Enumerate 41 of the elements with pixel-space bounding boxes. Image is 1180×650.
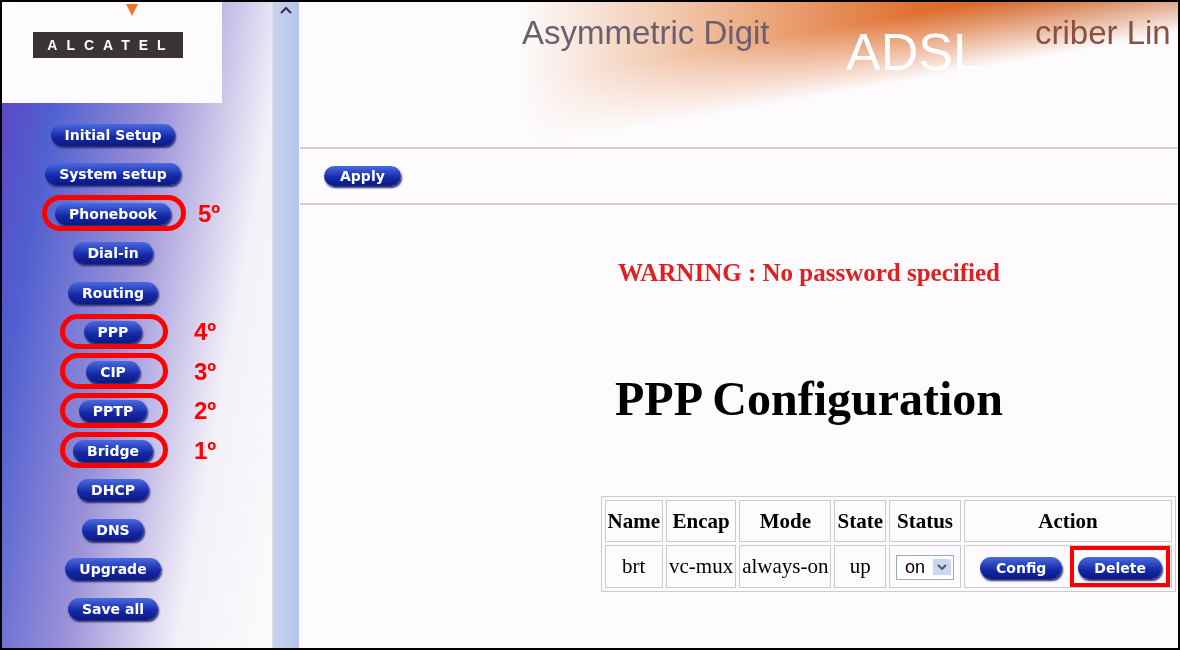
scrollbar[interactable]: [272, 2, 299, 648]
table-cell: brt: [604, 545, 663, 588]
column-header: Mode: [739, 500, 832, 542]
menu-button[interactable]: DHCP: [77, 479, 149, 502]
step-number: 3º: [194, 357, 217, 386]
menu-button[interactable]: System setup: [45, 163, 181, 186]
step-number: 1º: [194, 436, 217, 465]
table-cell: up: [834, 545, 886, 588]
step-number: 2º: [194, 397, 217, 426]
menu-button[interactable]: Initial Setup: [50, 123, 176, 146]
page-title: PPP Configuration: [614, 371, 1004, 426]
menu-button[interactable]: PPP: [83, 321, 143, 344]
column-header: State: [834, 500, 886, 542]
action-button[interactable]: Config: [980, 557, 1063, 579]
menu-button[interactable]: CIP: [86, 360, 140, 383]
column-header: Action: [964, 500, 1172, 542]
banner-tagline: Asymmetric Digit: [522, 14, 770, 52]
menu-button[interactable]: Routing: [68, 281, 158, 304]
column-header: Encap: [666, 500, 737, 542]
apply-button[interactable]: Apply: [324, 166, 401, 186]
menu-button[interactable]: DNS: [82, 518, 144, 541]
alcatel-logo: ALCATEL: [33, 32, 183, 58]
column-header: Status: [888, 500, 961, 542]
menu-button[interactable]: Dial-in: [73, 242, 153, 265]
table-cell: always-on: [739, 545, 832, 588]
banner-tagline: criber Lin: [1035, 14, 1171, 52]
status-dropdown[interactable]: on: [895, 554, 954, 580]
column-header: Name: [604, 500, 663, 542]
step-number: 5º: [198, 199, 221, 228]
scroll-up-icon[interactable]: [280, 6, 292, 14]
menu-button[interactable]: Bridge: [73, 439, 153, 462]
menu-button[interactable]: Upgrade: [65, 558, 161, 581]
action-button[interactable]: Delete: [1078, 557, 1162, 579]
warning-message: WARNING : No password specified: [617, 259, 1001, 287]
triangle-icon: [126, 4, 138, 16]
menu-button[interactable]: Phonebook: [55, 202, 171, 225]
menu-button[interactable]: PPTP: [78, 400, 148, 423]
chevron-down-icon: [937, 564, 947, 570]
table-cell: vc-mux: [666, 545, 737, 588]
menu-button[interactable]: Save all: [67, 597, 159, 620]
step-number: 4º: [194, 318, 217, 347]
